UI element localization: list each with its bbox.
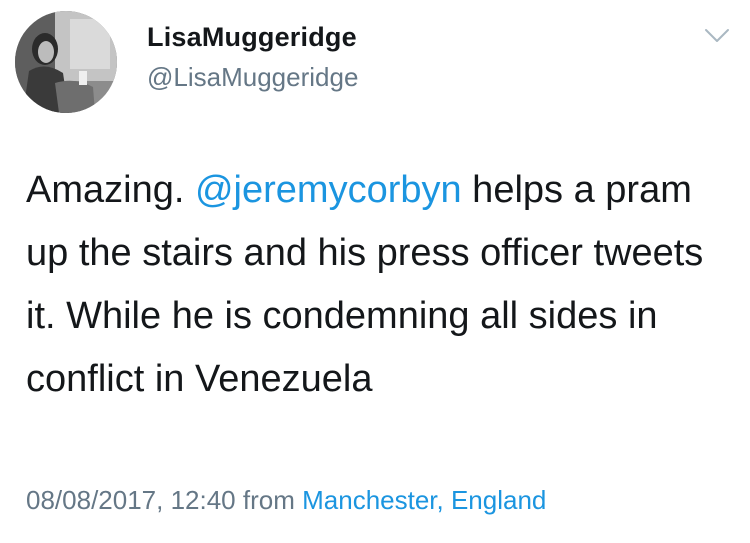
avatar-photo-icon (15, 11, 117, 113)
author-handle[interactable]: @LisaMuggeridge (147, 62, 358, 93)
tweet-card: LisaMuggeridge @LisaMuggeridge Amazing. … (0, 0, 750, 543)
tweet-text: Amazing. @jeremycorbyn helps a pram up t… (26, 159, 716, 411)
avatar[interactable] (15, 11, 117, 113)
mention-link[interactable]: @jeremycorbyn (195, 169, 462, 211)
timestamp[interactable]: 08/08/2017, 12:40 (26, 485, 236, 515)
tweet-text-lead: Amazing. (26, 169, 195, 211)
author-display-name[interactable]: LisaMuggeridge (147, 22, 357, 53)
tweet-meta: 08/08/2017, 12:40 from Manchester, Engla… (26, 485, 546, 516)
chevron-down-icon[interactable] (704, 27, 730, 45)
location-link[interactable]: Manchester, England (302, 485, 546, 515)
from-label: from (242, 485, 295, 515)
